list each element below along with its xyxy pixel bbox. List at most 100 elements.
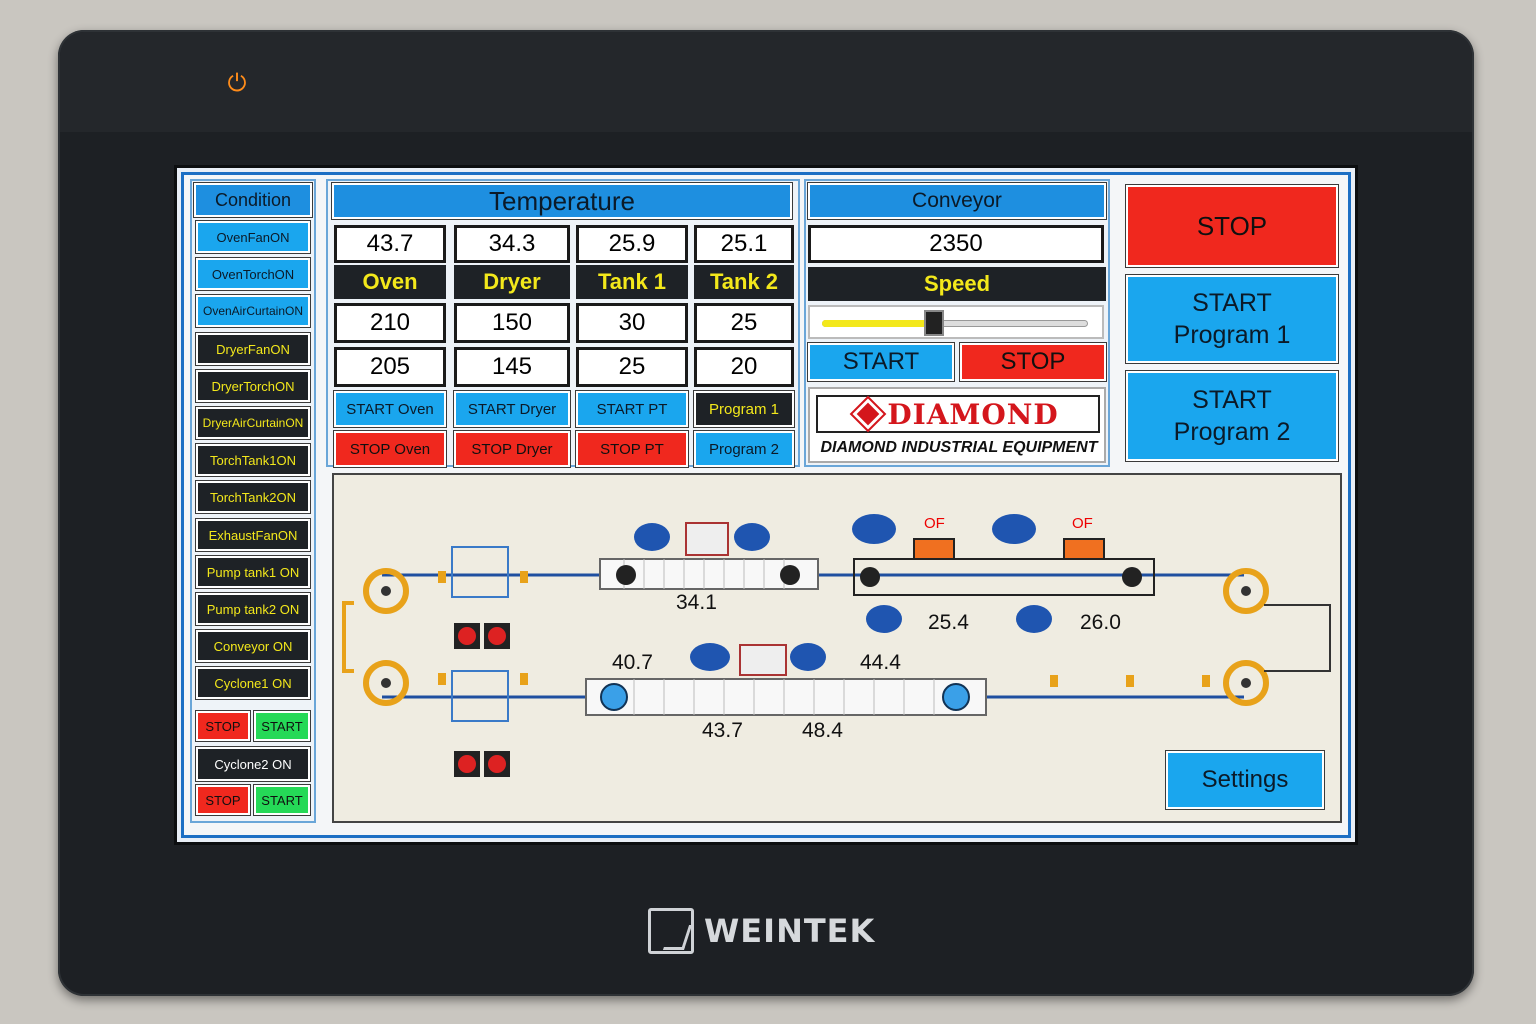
condition-item[interactable]: Pump tank1 ON <box>195 555 311 589</box>
tank2-reading: 26.0 <box>1080 611 1121 634</box>
tank1-torch-icon <box>866 605 902 633</box>
slider-fill <box>822 320 934 327</box>
bezel-top-strip <box>60 32 1472 132</box>
brand-name: WEINTEK <box>704 912 876 950</box>
stop-zone-button[interactable]: STOP Oven <box>333 430 447 468</box>
tank-pump-icon <box>860 567 880 587</box>
oven-blower-icon <box>790 643 826 671</box>
condition-item[interactable]: TorchTank1ON <box>195 443 311 477</box>
tank2-torch-icon <box>1016 605 1052 633</box>
setpoint-high-field[interactable]: 25 <box>694 303 794 343</box>
cyclone2-status: Cyclone2 ON <box>195 746 311 782</box>
oven-fan-icon <box>942 683 970 711</box>
setpoint-high-field[interactable]: 210 <box>334 303 446 343</box>
power-icon: ⏻ <box>227 69 247 97</box>
start-program2-button[interactable]: START Program 2 <box>1125 370 1339 462</box>
dryer-reading: 34.1 <box>676 591 717 614</box>
conveyor-start-button[interactable]: START <box>807 342 955 382</box>
overflow2-icon <box>1063 538 1105 560</box>
oven-zone2-reading: 48.4 <box>802 719 843 742</box>
temperature-zone-label: Dryer <box>454 265 570 299</box>
start-zone-button[interactable]: START Oven <box>333 390 447 428</box>
condition-item[interactable]: Cyclone1 ON <box>195 666 311 700</box>
setpoint-high-field[interactable]: 150 <box>454 303 570 343</box>
dryer-torch-icon <box>634 523 670 551</box>
tank1-pump-icon <box>852 514 896 544</box>
cyclone1-stop-button[interactable]: STOP <box>195 710 251 742</box>
cyclone2-start-button[interactable]: START <box>253 784 311 816</box>
pretreatment-tanks <box>853 558 1155 596</box>
setpoint-low-field[interactable]: 20 <box>694 347 794 387</box>
oven-torch-icon <box>690 643 730 671</box>
condition-item[interactable]: DryerFanON <box>195 332 311 366</box>
temperature-header: Temperature <box>331 182 793 220</box>
oven-chamber <box>585 678 987 716</box>
logo-tagline: DIAMOND INDUSTRIAL EQUIPMENT <box>820 439 1098 456</box>
tank2-pump-icon <box>992 514 1036 544</box>
oven-air-curtain-icon <box>739 644 787 676</box>
logo-name: DIAMOND <box>887 397 1059 431</box>
program1-button[interactable]: Program 1 <box>693 390 795 428</box>
cyclone2-stop-button[interactable]: STOP <box>195 784 251 816</box>
settings-button[interactable]: Settings <box>1165 750 1325 810</box>
dryer-fan-icon <box>616 565 636 585</box>
stop-zone-button[interactable]: STOP PT <box>575 430 689 468</box>
setpoint-high-field[interactable]: 30 <box>576 303 688 343</box>
hmi-display: Condition OvenFanON OvenTorchON OvenAirCur… <box>181 172 1351 838</box>
overflow1-icon <box>913 538 955 560</box>
diamond-logo: DIAMOND DIAMOND INDUSTRIAL EQUIPMENT <box>808 387 1106 463</box>
oven-fan-icon <box>600 683 628 711</box>
temperature-actual-value: 25.1 <box>694 225 794 263</box>
condition-item[interactable]: OvenFanON <box>195 220 311 254</box>
speed-label: Speed <box>808 267 1106 301</box>
conveyor-stop-button[interactable]: STOP <box>959 342 1107 382</box>
start-zone-button[interactable]: START Dryer <box>453 390 571 428</box>
condition-item[interactable]: TorchTank2ON <box>195 480 311 514</box>
overflow2-label: OF <box>1072 515 1093 532</box>
temperature-actual-value: 43.7 <box>334 225 446 263</box>
roller-bottom-right-icon <box>1223 660 1269 706</box>
process-diagram: OF OF 34.1 25.4 26.0 40.7 44.4 43.7 48.4… <box>332 473 1342 823</box>
condition-item[interactable]: ExhaustFanON <box>195 518 311 552</box>
temperature-zone-label: Oven <box>334 265 446 299</box>
oven-in-reading: 40.7 <box>612 651 653 674</box>
oven-zone1-reading: 43.7 <box>702 719 743 742</box>
oven-out-reading: 44.4 <box>860 651 901 674</box>
condition-header: Condition <box>193 182 313 218</box>
condition-item[interactable]: DryerTorchON <box>195 369 311 403</box>
cyclone1-start-button[interactable]: START <box>253 710 311 742</box>
temperature-zone-label: Tank 1 <box>576 265 688 299</box>
program2-button[interactable]: Program 2 <box>693 430 795 468</box>
roller-top-right-icon <box>1223 568 1269 614</box>
weintek-logo-icon <box>648 908 694 954</box>
setpoint-low-field[interactable]: 145 <box>454 347 570 387</box>
slider-thumb[interactable] <box>924 310 944 336</box>
start-program1-button[interactable]: START Program 1 <box>1125 274 1339 364</box>
diamond-icon <box>849 395 887 433</box>
master-stop-button[interactable]: STOP <box>1125 184 1339 268</box>
speed-slider[interactable] <box>808 305 1104 339</box>
start-zone-button[interactable]: START PT <box>575 390 689 428</box>
cyclone1-icon <box>451 546 509 598</box>
condition-item[interactable]: OvenTorchON <box>195 257 311 291</box>
condition-item[interactable]: Conveyor ON <box>195 629 311 663</box>
dryer-fan-icon <box>780 565 800 585</box>
condition-item[interactable]: OvenAirCurtainON <box>195 294 311 328</box>
setpoint-low-field[interactable]: 25 <box>576 347 688 387</box>
setpoint-low-field[interactable]: 205 <box>334 347 446 387</box>
condition-item[interactable]: Pump tank2 ON <box>195 592 311 626</box>
tank-pump-icon <box>1122 567 1142 587</box>
condition-item[interactable]: DryerAirCurtainON <box>195 406 311 440</box>
stop-zone-button[interactable]: STOP Dryer <box>453 430 571 468</box>
logo-box: DIAMOND <box>816 395 1100 433</box>
tank1-reading: 25.4 <box>928 611 969 634</box>
exhaust-fan-icon <box>454 623 510 649</box>
weintek-logo: WEINTEK <box>648 906 875 956</box>
exhaust-fan-icon <box>454 751 510 777</box>
touch-screen: Condition OvenFanON OvenTorchON OvenAirCur… <box>174 165 1358 845</box>
temperature-zone-label: Tank 2 <box>694 265 794 299</box>
conveyor-value: 2350 <box>808 225 1104 263</box>
temperature-actual-value: 25.9 <box>576 225 688 263</box>
conveyor-header: Conveyor <box>807 182 1107 220</box>
dryer-air-curtain-icon <box>685 522 729 556</box>
